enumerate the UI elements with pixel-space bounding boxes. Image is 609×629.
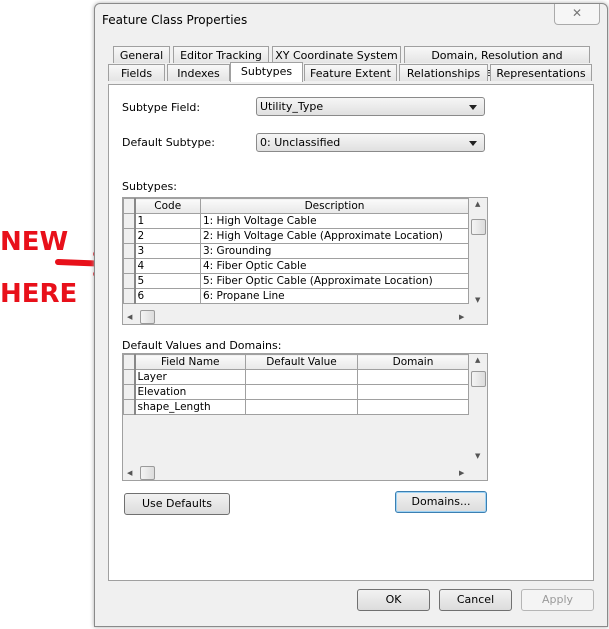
use-defaults-button[interactable]: Use Defaults xyxy=(124,493,230,515)
table-row[interactable]: 5 5: Fiber Optic Cable (Approximate Locat… xyxy=(123,273,469,289)
table-cell[interactable]: 4 xyxy=(134,258,201,274)
row-selector[interactable] xyxy=(123,273,136,289)
subtype-field-select[interactable]: Utility_Type xyxy=(256,97,485,116)
close-icon: ✕ xyxy=(571,6,583,20)
horizontal-scrollbar[interactable]: ◀ ▶ xyxy=(123,465,469,480)
ok-button[interactable]: OK xyxy=(357,589,430,611)
table-row[interactable]: 2 2: High Voltage Cable (Approximate Loca… xyxy=(123,228,469,244)
table-cell[interactable]: 4: Fiber Optic Cable xyxy=(200,258,469,274)
subtypes-grid[interactable]: Code Description 1 1: High Voltage Cable 2 2… xyxy=(122,197,488,325)
dialog-title: Feature Class Properties xyxy=(102,13,248,27)
table-cell[interactable]: shape_Length xyxy=(134,399,246,415)
table-cell[interactable]: 6: Propane Line xyxy=(200,288,469,304)
table-row[interactable]: shape_Length xyxy=(123,399,469,415)
column-header-domain[interactable]: Domain xyxy=(357,354,469,370)
row-selector[interactable] xyxy=(123,243,136,259)
table-cell[interactable]: 2: High Voltage Cable (Approximate Locat… xyxy=(200,228,469,244)
table-cell[interactable]: 5: Fiber Optic Cable (Approximate Locati… xyxy=(200,273,469,289)
subtype-field-label: Subtype Field: xyxy=(122,101,201,114)
table-cell[interactable]: Layer xyxy=(134,369,246,385)
table-row[interactable]: 3 3: Grounding xyxy=(123,243,469,259)
chevron-down-icon xyxy=(469,105,477,110)
chevron-down-icon xyxy=(469,141,477,146)
tab-representations[interactable]: Representations xyxy=(490,64,592,81)
tab-general[interactable]: General xyxy=(113,46,170,63)
tab-editor-tracking[interactable]: Editor Tracking xyxy=(173,46,269,63)
red-annotation: NEW HERE xyxy=(0,227,100,309)
table-cell[interactable]: 1 xyxy=(134,213,201,229)
table-cell[interactable] xyxy=(245,369,358,385)
tab-xy-coordinate-system[interactable]: XY Coordinate System xyxy=(272,46,401,63)
table-cell[interactable] xyxy=(357,384,469,400)
title-bar: Feature Class Properties ✕ xyxy=(95,4,607,34)
table-cell[interactable]: 3: Grounding xyxy=(200,243,469,259)
row-selector[interactable] xyxy=(123,369,136,385)
tab-subtypes[interactable]: Subtypes xyxy=(230,62,303,82)
close-button[interactable]: ✕ xyxy=(554,4,600,25)
table-cell[interactable] xyxy=(357,399,469,415)
default-values-label: Default Values and Domains: xyxy=(122,339,282,352)
table-row[interactable]: Elevation xyxy=(123,384,469,400)
apply-button[interactable]: Apply xyxy=(521,589,594,611)
tab-feature-extent[interactable]: Feature Extent xyxy=(304,64,397,81)
row-selector[interactable] xyxy=(123,384,136,400)
subtypes-label: Subtypes: xyxy=(122,180,177,193)
subtype-field-value: Utility_Type xyxy=(260,100,324,113)
table-cell[interactable]: Elevation xyxy=(134,384,246,400)
vertical-scrollbar[interactable]: ▲ ▼ xyxy=(470,354,487,465)
column-header-code[interactable]: Code xyxy=(134,198,201,214)
table-cell[interactable]: 1: High Voltage Cable xyxy=(200,213,469,229)
default-values-grid[interactable]: Field Name Default Value Domain Layer Eleva… xyxy=(122,353,488,481)
tab-indexes[interactable]: Indexes xyxy=(167,64,230,81)
tab-relationships[interactable]: Relationships xyxy=(399,64,488,81)
table-cell[interactable] xyxy=(245,384,358,400)
row-selector[interactable] xyxy=(123,288,136,304)
default-subtype-label: Default Subtype: xyxy=(122,136,215,149)
vertical-scrollbar[interactable]: ▲ ▼ xyxy=(470,198,487,309)
row-selector[interactable] xyxy=(123,399,136,415)
row-selector[interactable] xyxy=(123,258,136,274)
column-header-default-value[interactable]: Default Value xyxy=(245,354,358,370)
table-row[interactable]: 6 6: Propane Line xyxy=(123,288,469,304)
table-row[interactable]: 1 1: High Voltage Cable xyxy=(123,213,469,229)
domains-button[interactable]: Domains... xyxy=(395,491,487,513)
feature-class-properties-dialog: Feature Class Properties ✕ General Edito… xyxy=(94,3,608,627)
horizontal-scrollbar[interactable]: ◀ ▶ xyxy=(123,309,469,324)
default-subtype-value: 0: Unclassified xyxy=(260,136,341,149)
table-cell[interactable]: 6 xyxy=(134,288,201,304)
tab-fields[interactable]: Fields xyxy=(108,64,165,81)
subtypes-panel: Subtype Field: Utility_Type Default Subt… xyxy=(108,84,594,581)
table-row[interactable]: 4 4: Fiber Optic Cable xyxy=(123,258,469,274)
annotation-here: HERE xyxy=(0,279,77,309)
column-header-description[interactable]: Description xyxy=(200,198,469,214)
table-cell[interactable] xyxy=(357,369,469,385)
default-subtype-select[interactable]: 0: Unclassified xyxy=(256,133,485,152)
table-cell[interactable] xyxy=(245,399,358,415)
grid-header: Code Description xyxy=(123,198,469,214)
cancel-button[interactable]: Cancel xyxy=(439,589,512,611)
table-cell[interactable]: 3 xyxy=(134,243,201,259)
table-row[interactable]: Layer xyxy=(123,369,469,385)
row-selector[interactable] xyxy=(123,213,136,229)
table-cell[interactable]: 5 xyxy=(134,273,201,289)
table-cell[interactable]: 2 xyxy=(134,228,201,244)
column-header-field-name[interactable]: Field Name xyxy=(134,354,246,370)
tab-domain-resolution-tolerance[interactable]: Domain, Resolution and Tolerance xyxy=(404,46,590,79)
row-selector[interactable] xyxy=(123,228,136,244)
annotation-new: NEW xyxy=(0,227,68,257)
